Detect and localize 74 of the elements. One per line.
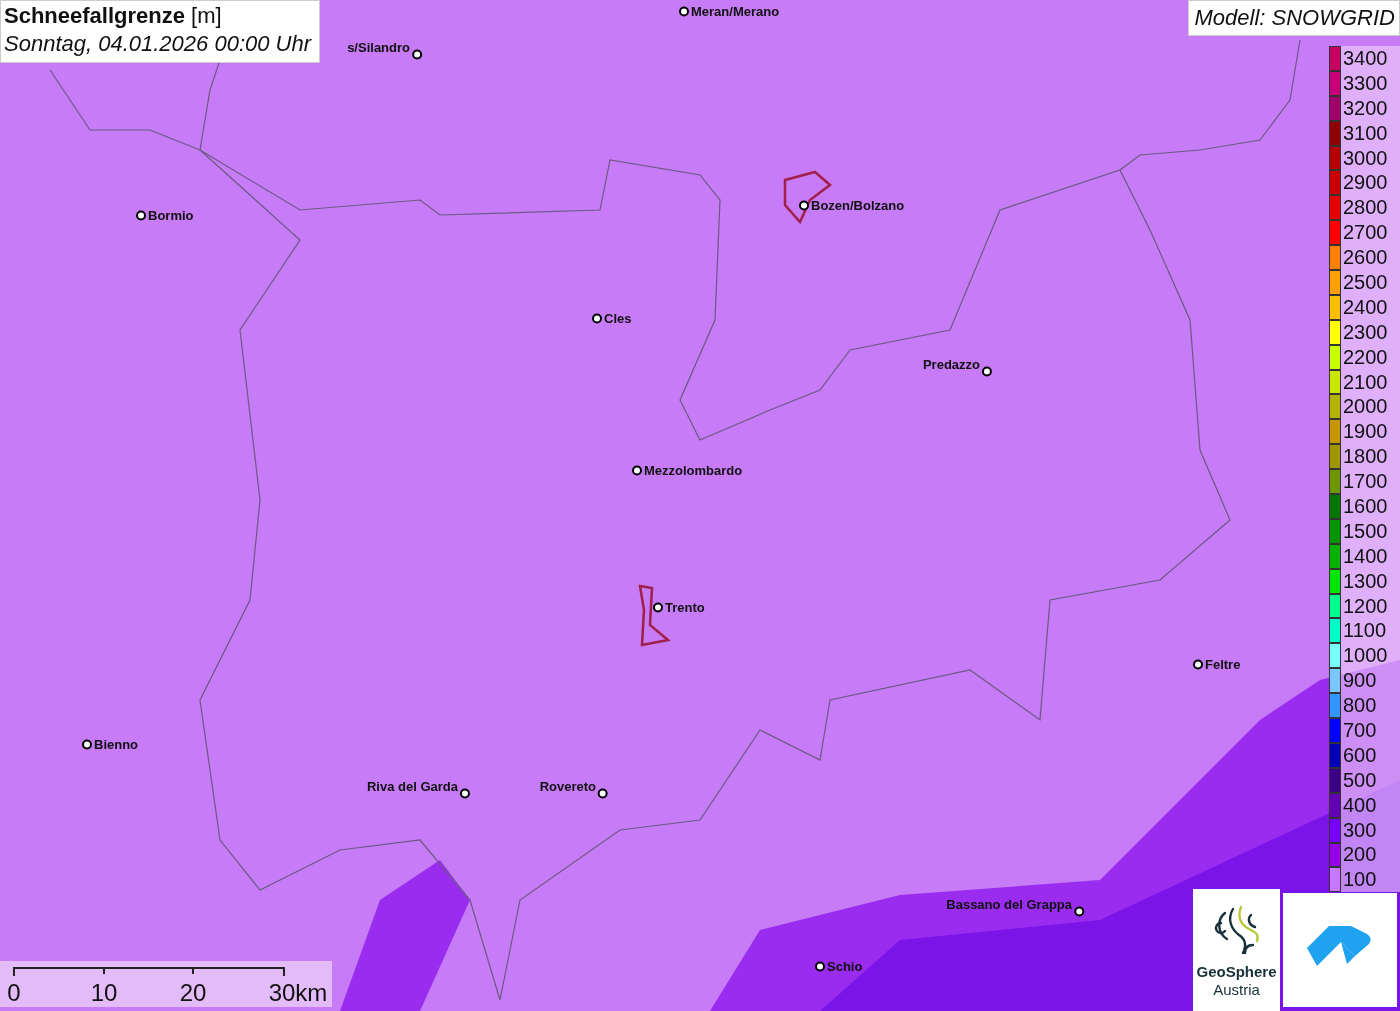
place-label: Cles	[604, 310, 632, 326]
place-marker-icon	[412, 49, 422, 59]
place-label: Mezzolombardo	[644, 462, 743, 478]
legend-label: 800	[1343, 694, 1377, 718]
legend-label: 500	[1343, 768, 1377, 792]
place-label: Schio	[827, 958, 863, 974]
place-marker-icon	[82, 739, 92, 749]
place-marker-icon	[799, 200, 809, 210]
place-marker-icon	[592, 313, 602, 323]
legend-label: 1300	[1343, 569, 1388, 593]
legend-label: 600	[1343, 743, 1377, 767]
legend-label: 700	[1343, 719, 1377, 742]
legend-label: 3200	[1343, 96, 1388, 120]
legend-label: 2500	[1343, 270, 1388, 294]
place-marker-icon	[982, 366, 992, 376]
legend-label: 1100	[1343, 619, 1386, 643]
legend-label: 3400	[1343, 46, 1388, 70]
legend-label: 1000	[1343, 644, 1388, 668]
scale-label: 30km	[268, 979, 328, 1007]
legend-label: 2800	[1343, 196, 1388, 220]
legend-label: 1600	[1343, 494, 1388, 518]
legend-label: 2400	[1343, 295, 1388, 319]
legend-label: 2100	[1343, 370, 1388, 394]
place-marker-icon	[598, 788, 608, 798]
place-marker-icon	[1193, 659, 1203, 669]
legend-label: 3300	[1343, 71, 1388, 95]
legend-label: 3100	[1343, 121, 1388, 145]
legend-label: 2900	[1343, 171, 1388, 195]
legend-label: 300	[1343, 818, 1377, 842]
legend-label: 1500	[1343, 519, 1388, 543]
geosphere-logo[interactable]: GeoSphere Austria	[1193, 889, 1280, 1011]
place-label: s/Silandro	[347, 39, 410, 55]
date-label: Sonntag, 04.01.2026 00:00 Uhr	[4, 31, 312, 57]
legend-label: 2700	[1343, 221, 1388, 245]
scale-label: 10	[90, 979, 118, 1007]
model-label: Modell: SNOWGRID	[1187, 0, 1400, 36]
legend-label: 1800	[1343, 445, 1388, 469]
place-marker-icon	[679, 6, 689, 16]
scale-line-icon	[12, 966, 287, 976]
place-marker-icon	[632, 465, 642, 475]
legend-label: 3000	[1343, 146, 1388, 170]
place-label: Bormio	[148, 207, 194, 223]
scale-label: 0	[7, 979, 21, 1007]
app-logo[interactable]	[1283, 893, 1397, 1007]
legend-label: 2200	[1343, 345, 1388, 369]
legend-label: 1200	[1343, 594, 1388, 618]
place-marker-icon	[653, 602, 663, 612]
legend-label: 1700	[1343, 470, 1388, 494]
logo-text: GeoSphere	[1196, 963, 1277, 981]
legend-label: 2600	[1343, 246, 1388, 270]
legend-label: 2300	[1343, 320, 1388, 344]
place-label: Bienno	[94, 736, 139, 752]
legend-label: 400	[1343, 793, 1377, 817]
legend-label: 100	[1343, 868, 1377, 892]
legend-label: 1400	[1343, 544, 1388, 568]
place-marker-icon	[815, 961, 825, 971]
legend-label: 900	[1343, 669, 1377, 693]
place-marker-icon	[460, 788, 470, 798]
scale-label: 20	[179, 979, 207, 1007]
logo-text: Austria	[1213, 981, 1260, 999]
place-label: Meran/Merano	[691, 3, 780, 19]
place-label: Bassano del Grappa	[946, 896, 1072, 912]
place-label: Bozen/Bolzano	[811, 197, 905, 213]
place-marker-icon	[136, 210, 146, 220]
place-label: Trento	[665, 599, 705, 615]
legend-label: 1900	[1343, 420, 1388, 444]
map-title: Schneefallgrenze [m]	[4, 3, 223, 29]
place-label: Riva del Garda	[366, 778, 458, 794]
place-label: Rovereto	[539, 778, 596, 794]
place-label: Predazzo	[922, 356, 980, 372]
legend-label: 2000	[1343, 395, 1388, 419]
place-label: Feltre	[1205, 656, 1241, 672]
legend-label: 200	[1343, 843, 1377, 867]
place-marker-icon	[1074, 906, 1084, 916]
